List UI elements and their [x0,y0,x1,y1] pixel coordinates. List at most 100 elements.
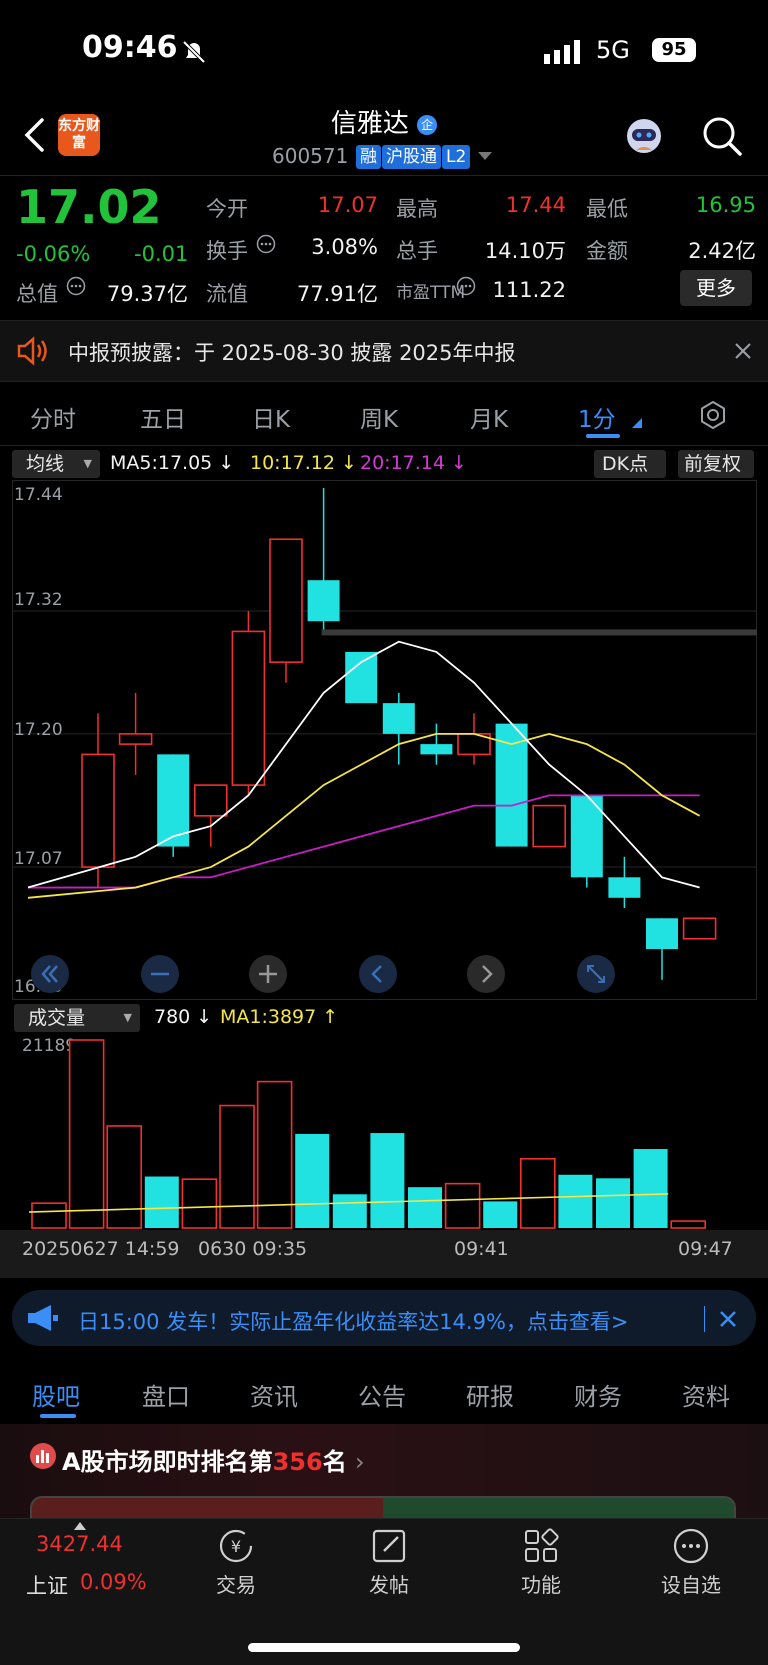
price-tick: 17.20 [14,720,63,740]
tab-intraday[interactable]: 分时 [30,400,76,434]
chevron-down-icon[interactable] [478,152,492,162]
volume-bar [68,1039,105,1229]
candle [345,651,378,704]
candle-body [345,651,378,704]
tab-weekly-k[interactable]: 周K [360,400,398,434]
tab-daily-k[interactable]: 日K [252,400,290,434]
volume-bar [219,1104,255,1229]
dk-point-button[interactable]: DK点 [594,450,666,478]
tab-guba[interactable]: 股吧 [32,1377,80,1412]
candle [269,538,303,683]
promo-marquee: 日15:00 发车！实际止盈年化收益率达14.9%，点击查看> [72,1296,692,1340]
ranking-icon [30,1443,56,1469]
robot-assistant-icon[interactable] [622,114,666,158]
tab-news[interactable]: 资讯 [250,1377,298,1412]
scroll-left-icon[interactable] [358,954,398,994]
ma20-value: 20:17.14 ↓ [360,452,467,474]
nav-functions[interactable]: 功能 [486,1569,596,1598]
more-button[interactable]: 更多 [680,270,752,306]
candle-body [118,733,153,745]
ma-select[interactable]: 均线 ▼ [12,450,100,478]
candle-body [495,723,528,847]
tab-underline [40,1414,76,1418]
candle-body [682,917,717,940]
gear-icon[interactable] [698,400,728,430]
volume-bar [519,1157,556,1229]
tab-1min[interactable]: 1分 [578,400,616,434]
tag-margin: 融 [356,145,381,169]
volume-bar [370,1133,405,1228]
candle-body [231,630,266,786]
candle-body [608,877,641,898]
volume-chart[interactable] [12,1032,757,1232]
nav-watchlist[interactable]: 设自选 [636,1569,746,1598]
price-tick: 17.32 [14,590,63,610]
close-icon[interactable] [718,1309,738,1329]
candle [118,692,153,775]
candle [532,804,567,848]
volume-bar [31,1202,67,1229]
low-value: 16.95 [695,193,756,217]
candle [81,713,115,888]
time-label: 20250627 14:59 [22,1238,180,1260]
info-dots-icon[interactable] [456,276,476,296]
candle-body [269,538,303,663]
tab-profile[interactable]: 资料 [682,1377,730,1412]
zoom-in-icon[interactable] [248,954,288,994]
nav-trade[interactable]: 交易 [181,1569,291,1598]
info-dots-icon[interactable] [66,276,86,296]
candle [457,713,491,765]
candle-body [81,753,115,868]
network-type: 5G [596,36,630,64]
pe-value: 111.22 [492,278,566,302]
volume-bar [181,1178,218,1229]
candle-body [646,918,678,950]
promo-text: 日15:00 发车！实际止盈年化收益率达14.9%，点击查看> [78,1310,629,1334]
adjust-button[interactable]: 前复权 [678,450,754,478]
volume-bar [332,1194,367,1228]
reference-line [321,629,757,636]
candlestick-chart[interactable] [12,480,757,1000]
trade-icon[interactable]: ¥ [217,1527,255,1565]
info-dots-icon[interactable] [256,234,276,254]
volume-bar [106,1125,142,1229]
divider [704,1306,705,1332]
tab-pankou[interactable]: 盘口 [142,1377,190,1412]
tab-announcements[interactable]: 公告 [358,1377,406,1412]
mktcap-value: 79.37亿 [106,282,188,306]
tab-research[interactable]: 研报 [466,1377,514,1412]
candle-body [382,703,415,734]
tab-underline [586,434,620,438]
speaker-icon [17,336,47,366]
mktcap-label: 总值 [16,282,58,306]
scroll-left-fast-icon[interactable] [30,954,70,994]
volume-bar [596,1178,630,1228]
open-value: 17.07 [317,193,378,217]
tab-monthly-k[interactable]: 月K [470,400,508,434]
nav-post[interactable]: 发帖 [334,1569,444,1598]
volume-bar [483,1201,518,1228]
close-icon[interactable] [734,342,752,360]
volume-bar [670,1220,707,1229]
tag-connect: 沪股通 [382,145,441,169]
apps-grid-icon[interactable] [522,1527,560,1565]
scroll-right-icon[interactable] [466,954,506,994]
compose-icon[interactable] [370,1527,408,1565]
index-value[interactable]: 3427.44 [36,1532,123,1556]
index-name[interactable]: 上证 [26,1570,68,1600]
candle-body [194,784,228,817]
candle [646,918,678,980]
battery-icon: 95 [652,38,696,62]
zoom-out-icon[interactable] [140,954,180,994]
tab-finance[interactable]: 财务 [574,1377,622,1412]
turnover-value: 3.08% [311,235,378,259]
index-change[interactable]: 0.09% [80,1570,147,1594]
more-dots-icon[interactable] [672,1527,710,1565]
search-icon[interactable] [700,114,744,158]
price-tick: 17.44 [14,485,63,505]
fullscreen-icon[interactable] [576,954,616,994]
volume-select[interactable]: 成交量 ▼ [14,1004,140,1032]
open-label: 今开 [206,197,248,221]
tab-five-day[interactable]: 五日 [140,400,186,434]
time-label: 0630 09:35 [198,1238,308,1260]
